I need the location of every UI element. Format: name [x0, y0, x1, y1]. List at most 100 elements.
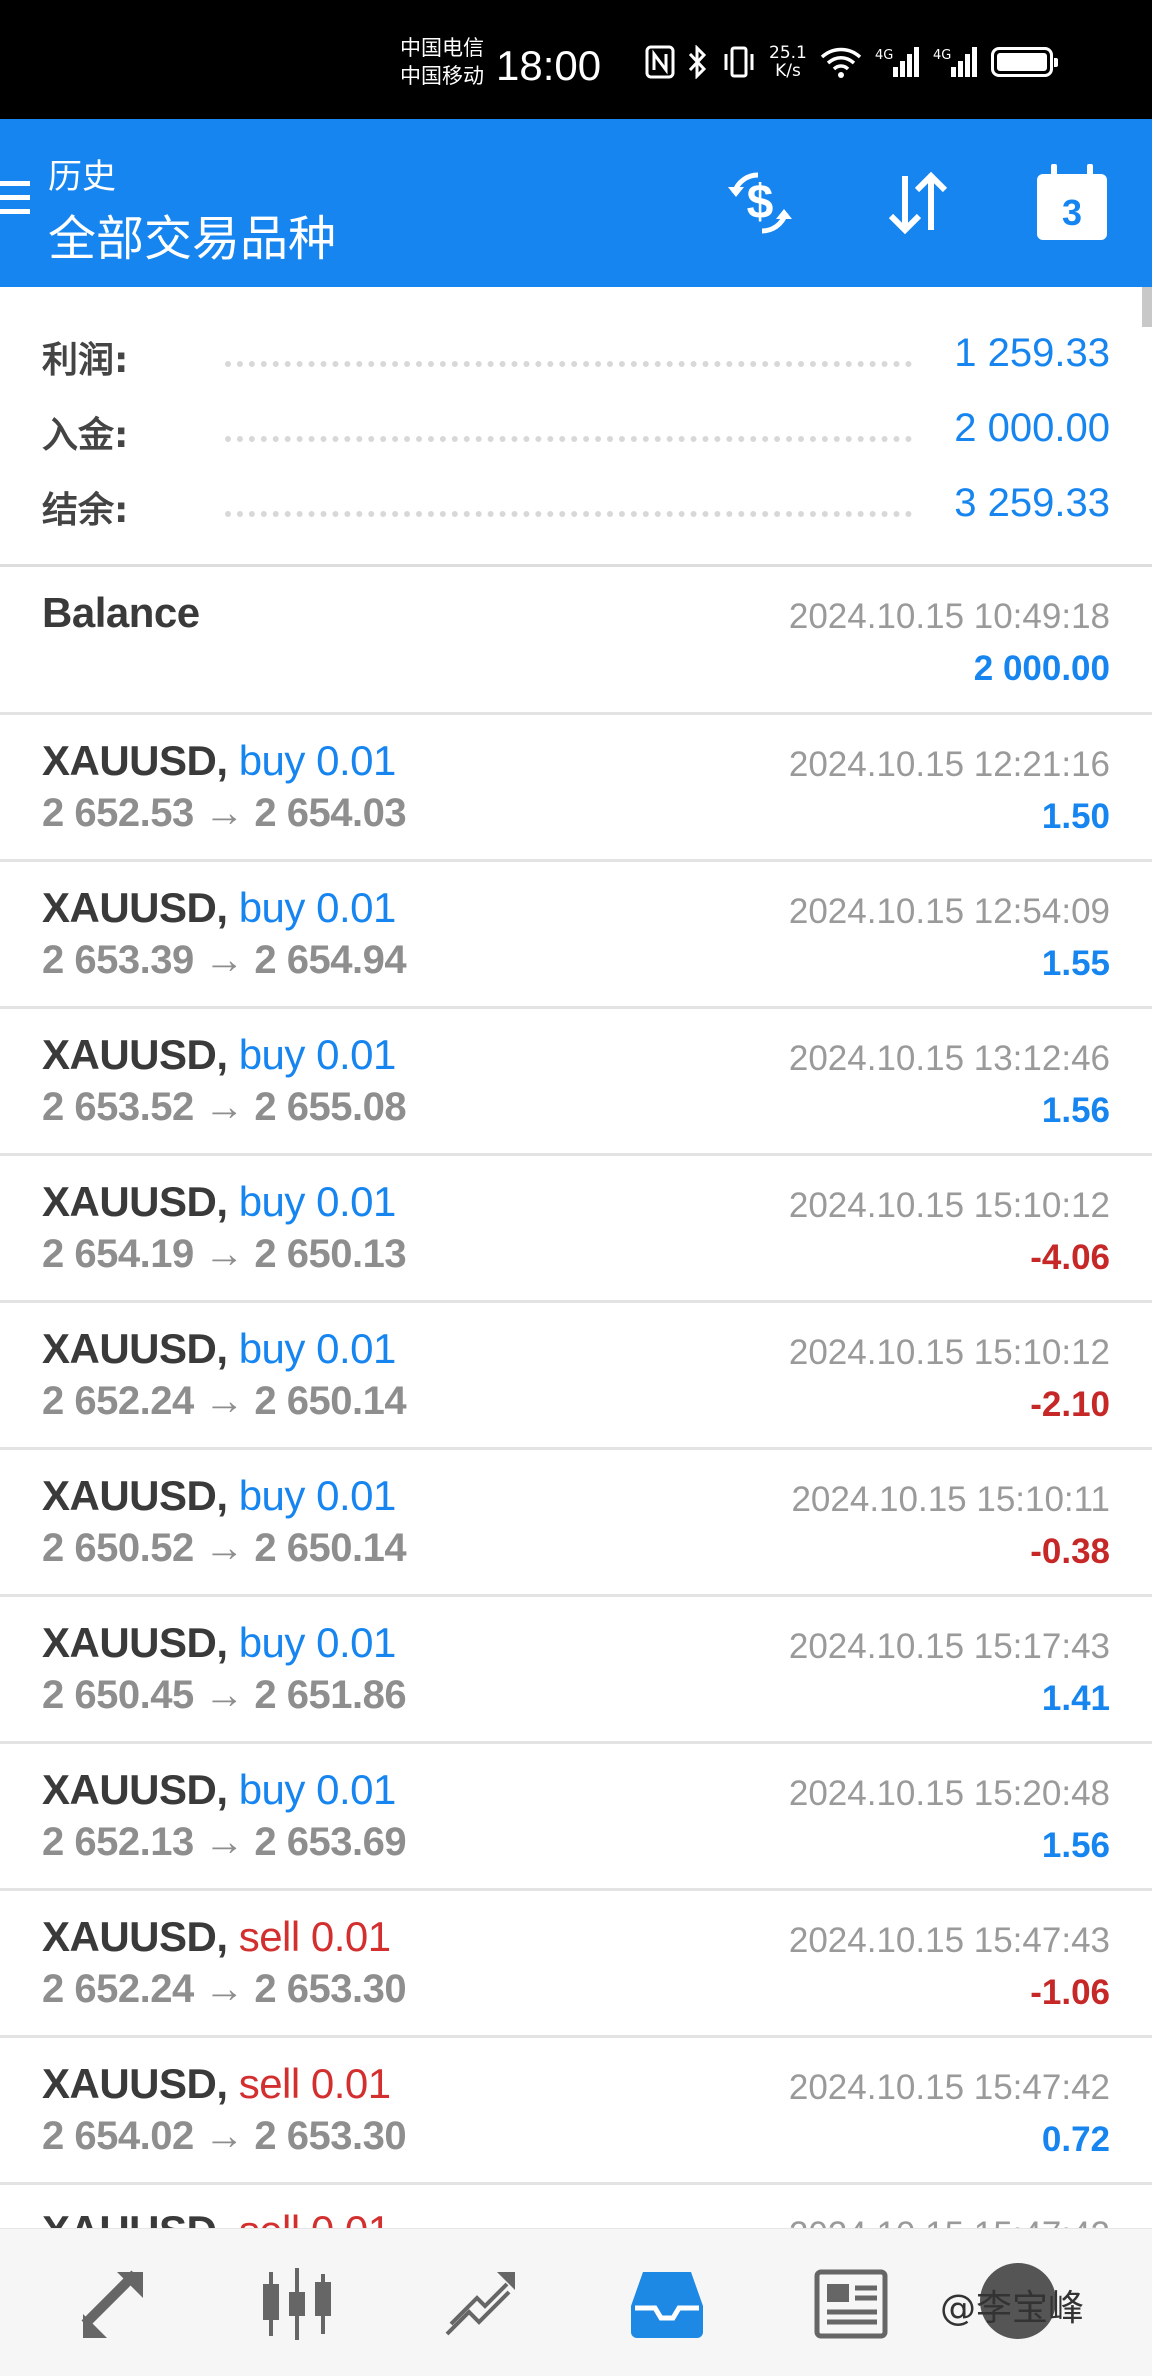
deal-symbol: XAUUSD,	[42, 1913, 228, 1960]
deal-row[interactable]: XAUUSD, sell 0.01 2 654.02 → 2 653.30 2024…	[0, 2038, 1152, 2185]
deal-prices: 2 650.52 → 2 650.14	[42, 1526, 407, 1570]
watermark-text: @李宝峰	[940, 2288, 1085, 2329]
summary-value: 2 000.00	[954, 406, 1110, 450]
calendar-icon: 3	[1037, 164, 1107, 240]
deal-type: sell 0.01	[238, 2060, 391, 2107]
deal-time: 2024.10.15 15:20:48	[788, 1774, 1110, 1813]
deal-type: buy 0.01	[238, 737, 397, 784]
deal-profit: 1.56	[1041, 1826, 1110, 1865]
deal-prices: 2 652.24 → 2 650.14	[42, 1379, 407, 1423]
carrier-names: 中国电信 中国移动	[400, 34, 484, 90]
svg-text:$: $	[747, 176, 774, 229]
dotted-leader	[225, 436, 912, 442]
deal-row[interactable]: XAUUSD, buy 0.01 2 653.39 → 2 654.94 2024.…	[0, 862, 1152, 1009]
deal-prices: 2 652.13 → 2 653.69	[42, 1820, 407, 1864]
deal-prices: 2 654.02 → 2 653.30	[42, 2114, 407, 2158]
sort-button[interactable]	[878, 163, 958, 243]
currency-exchange-icon: $	[728, 172, 792, 234]
deal-title: XAUUSD, buy 0.01	[42, 1325, 396, 1373]
quotes-icon	[81, 2270, 143, 2338]
deal-title: XAUUSD, sell 0.01	[42, 2060, 391, 2108]
deal-time: 2024.10.15 15:47:43	[788, 1921, 1110, 1960]
dotted-leader	[225, 511, 912, 517]
deal-profit: -2.10	[1030, 1385, 1110, 1424]
watermark: @李宝峰	[940, 2279, 1084, 2331]
deal-row[interactable]: XAUUSD, buy 0.01 2 653.52 → 2 655.08 2024.…	[0, 1009, 1152, 1156]
deal-symbol: XAUUSD,	[42, 1619, 228, 1666]
menu-icon[interactable]	[0, 181, 30, 221]
battery-icon	[990, 47, 1058, 77]
deal-type: buy 0.01	[238, 1031, 397, 1078]
status-icons: 25.1 K/s 4G 4G	[645, 44, 1058, 80]
deal-type: buy 0.01	[238, 1325, 397, 1372]
deal-symbol: XAUUSD,	[42, 1031, 228, 1078]
deal-title: XAUUSD, buy 0.01	[42, 1472, 396, 1520]
deal-profit: -4.06	[1030, 1238, 1110, 1277]
nav-quotes[interactable]	[70, 2259, 160, 2349]
deal-time: 2024.10.15 12:54:09	[788, 892, 1110, 931]
deal-title: XAUUSD, sell 0.01	[42, 1913, 391, 1961]
svg-text:4G: 4G	[875, 48, 893, 63]
deal-prices: 2 654.19 → 2 650.13	[42, 1232, 407, 1276]
symbol-filter[interactable]: 全部交易品种	[48, 199, 336, 269]
vibrate-icon	[721, 45, 757, 79]
calendar-button[interactable]: 3	[1032, 163, 1112, 243]
deal-row[interactable]: XAUUSD, buy 0.01 2 654.19 → 2 650.13 2024.…	[0, 1156, 1152, 1303]
nav-history[interactable]	[622, 2259, 712, 2349]
summary-label: 结余:	[42, 490, 129, 531]
net-speed: 25.1 K/s	[769, 44, 807, 80]
balance-row[interactable]: Balance 2024.10.15 10:49:18 2 000.00	[0, 567, 1152, 715]
deal-prices: 2 652.53 → 2 654.03	[42, 791, 407, 835]
wifi-icon	[819, 45, 863, 79]
deal-type: buy 0.01	[238, 1766, 397, 1813]
deal-profit: 1.55	[1041, 944, 1110, 983]
deal-profit: -0.38	[1030, 1532, 1110, 1571]
deal-row[interactable]: XAUUSD, buy 0.01 2 650.45 → 2 651.86 2024.…	[0, 1597, 1152, 1744]
balance-amount: 2 000.00	[973, 649, 1110, 688]
deal-time: 2024.10.15 12:21:16	[788, 745, 1110, 784]
status-bar: 中国电信 中国移动 18:00 25.1 K/s 4G 4G	[0, 0, 1152, 119]
deal-type: sell 0.01	[238, 1913, 391, 1960]
nfc-icon	[645, 45, 675, 79]
deal-title: XAUUSD, buy 0.01	[42, 737, 396, 785]
nav-news[interactable]	[806, 2259, 896, 2349]
deal-symbol: XAUUSD,	[42, 884, 228, 931]
deal-row[interactable]: XAUUSD, buy 0.01 2 652.53 → 2 654.03 2024.…	[0, 715, 1152, 862]
bluetooth-icon	[687, 45, 709, 79]
deal-prices: 2 650.45 → 2 651.86	[42, 1673, 407, 1717]
deal-title: XAUUSD, buy 0.01	[42, 1619, 396, 1667]
deposit-filter-button[interactable]: $	[720, 163, 800, 243]
scrollbar[interactable]	[1142, 287, 1152, 327]
deal-row[interactable]: XAUUSD, buy 0.01 2 652.13 → 2 653.69 2024.…	[0, 1744, 1152, 1891]
summary-label: 利润:	[42, 340, 129, 381]
svg-text:4G: 4G	[933, 48, 951, 63]
deal-type: buy 0.01	[238, 1472, 397, 1519]
trade-icon	[445, 2272, 515, 2336]
deal-time: 2024.10.15 15:10:12	[788, 1333, 1110, 1372]
nav-chart[interactable]	[252, 2259, 342, 2349]
carrier-2: 中国移动	[400, 64, 484, 88]
deal-prices: 2 653.39 → 2 654.94	[42, 938, 407, 982]
nav-trade[interactable]	[436, 2259, 526, 2349]
deal-profit: 1.50	[1041, 797, 1110, 836]
summary-deposit-row: 入金: 2 000.00	[0, 398, 1152, 458]
deal-title: XAUUSD, buy 0.01	[42, 884, 396, 932]
deal-row[interactable]: XAUUSD, sell 0.01 2 652.24 → 2 653.30 2024…	[0, 1891, 1152, 2038]
calendar-day: 3	[1061, 192, 1083, 233]
chart-icon	[263, 2268, 331, 2340]
balance-title: Balance	[42, 589, 200, 637]
summary-balance-row: 结余: 3 259.33	[0, 473, 1152, 533]
balance-label: Balance	[42, 589, 200, 636]
deal-prices: 2 652.24 → 2 653.30	[42, 1967, 407, 2011]
deals-list[interactable]: Balance 2024.10.15 10:49:18 2 000.00 XAU…	[0, 567, 1152, 2332]
net-speed-value: 25.1	[769, 43, 807, 63]
deal-type: buy 0.01	[238, 884, 397, 931]
deal-row[interactable]: XAUUSD, buy 0.01 2 652.24 → 2 650.14 2024.…	[0, 1303, 1152, 1450]
summary-profit-row: 利润: 1 259.33	[0, 323, 1152, 383]
summary-value: 1 259.33	[954, 331, 1110, 375]
deal-profit: 1.56	[1041, 1091, 1110, 1130]
dotted-leader	[225, 361, 912, 367]
news-icon	[814, 2269, 888, 2339]
deal-row[interactable]: XAUUSD, buy 0.01 2 650.52 → 2 650.14 2024.…	[0, 1450, 1152, 1597]
clock: 18:00	[496, 42, 602, 89]
